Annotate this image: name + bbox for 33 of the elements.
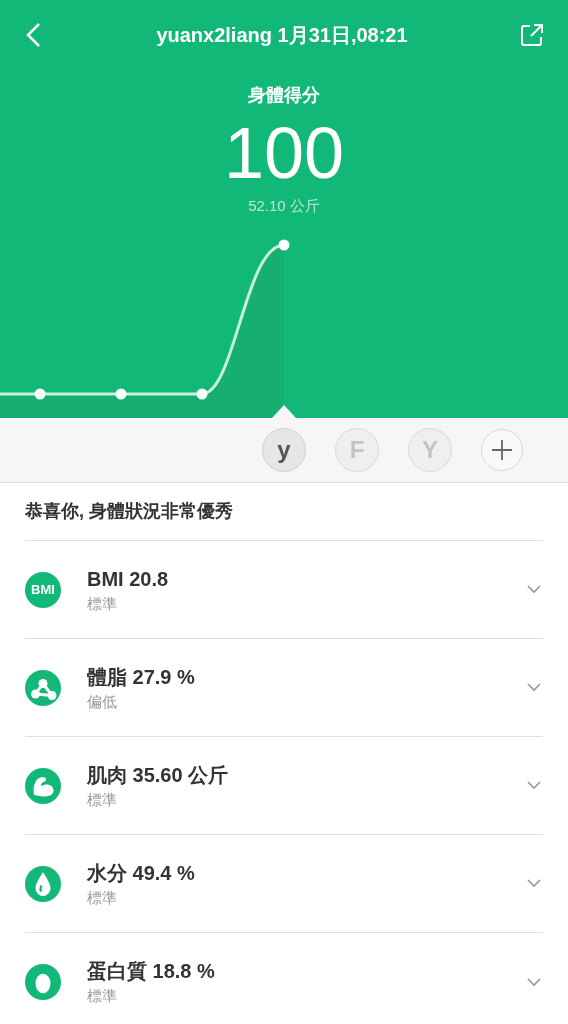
metric-value: BMI 20.8 <box>87 566 170 592</box>
weight-text: 52.10 公斤 <box>248 196 320 216</box>
expand-chevron-icon[interactable] <box>527 683 541 692</box>
metric-status: 標準 <box>87 593 118 614</box>
chart-point[interactable] <box>115 388 127 400</box>
arm-icon <box>25 767 61 804</box>
molecule-icon <box>25 669 61 706</box>
egg-icon <box>25 964 61 1000</box>
chart-point[interactable] <box>34 388 46 400</box>
expand-chevron-icon[interactable] <box>527 585 541 594</box>
metric-status: 標準 <box>87 887 118 908</box>
bmi-badge: BMI <box>25 571 61 608</box>
score-value: 100 <box>223 113 345 193</box>
chart-point[interactable] <box>196 388 208 400</box>
expand-chevron-icon[interactable] <box>527 781 541 790</box>
header-title: yuanx2liang 1月31日,08:21 <box>156 23 408 48</box>
metric-value: 蛋白質 18.8 % <box>87 959 216 984</box>
summary-text: 恭喜你, 身體狀況非常優秀 <box>25 483 543 541</box>
metric-status: 標準 <box>87 986 118 1006</box>
metric-status: 標準 <box>87 789 118 810</box>
expand-chevron-icon[interactable] <box>527 977 541 987</box>
score-label: 身體得分 <box>248 84 320 107</box>
drop-icon <box>25 865 61 902</box>
metric-status: 偏低 <box>87 691 118 712</box>
user-avatar[interactable]: y <box>262 428 306 472</box>
share-icon[interactable] <box>520 23 544 47</box>
metric-value: 水分 49.4 % <box>87 860 196 886</box>
plus-icon <box>491 439 513 461</box>
chart-point[interactable] <box>278 239 290 251</box>
expand-chevron-icon[interactable] <box>527 879 541 888</box>
metric-value: 肌肉 35.60 公斤 <box>87 762 230 788</box>
metric-value: 體脂 27.9 % <box>87 664 196 690</box>
add-user-button[interactable] <box>481 429 523 471</box>
